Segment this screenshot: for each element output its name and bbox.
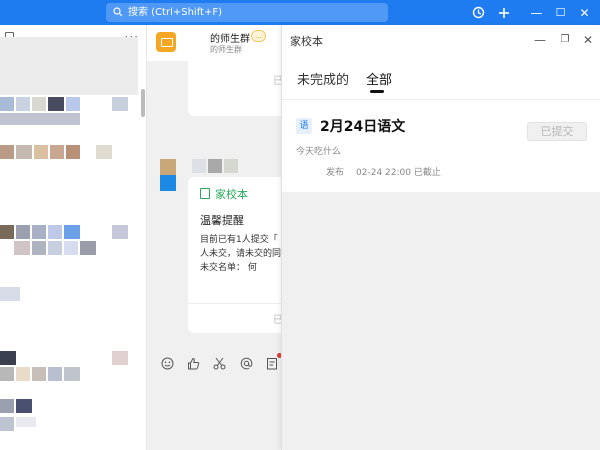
card-line: 目前已有1人提交「 [200, 235, 278, 245]
homework-card[interactable]: 家校本 温馨提醒 目前已有1人提交「 人未交，请未交的同 未交名单： 何 已 [188, 177, 281, 333]
minimize-icon[interactable]: — [533, 33, 547, 47]
tab-all[interactable]: 全部 [366, 69, 392, 88]
homework-description: 今天吃什么 [296, 147, 342, 157]
active-tab-indicator [370, 90, 384, 93]
thumbs-up-icon[interactable] [186, 357, 200, 371]
title-bar: 搜索 (Ctrl+Shift+F) — ☐ ✕ [0, 0, 600, 25]
conversation-list: ··· [0, 25, 147, 450]
maximize-button[interactable]: ☐ [552, 4, 569, 21]
search-icon [113, 7, 123, 17]
submitted-label: 已 [273, 315, 281, 326]
card-line: 未交名单： 何 [200, 263, 257, 273]
list-item-selected[interactable] [0, 37, 138, 95]
tab-incomplete[interactable]: 未完成的 [297, 69, 349, 88]
submitted-button: 已提交 [527, 122, 587, 141]
homework-item[interactable]: 语 2月24日语文 今天吃什么 发布 02-24 22:00 已截止 已提交 [282, 99, 600, 192]
history-icon[interactable] [470, 4, 487, 21]
homework-panel: 家校本 — ❐ ✕ 未完成的 全部 语 2月24日语文 今天吃什么 发布 02-2… [281, 25, 600, 450]
message-bubble[interactable]: 已 [188, 61, 281, 116]
list-item[interactable] [0, 145, 145, 161]
chat-area: 的师生群 … 的师生群 已 家校本 温馨提醒 目前已有1人提交「 人未交，请未交… [147, 25, 281, 450]
close-icon[interactable]: ✕ [581, 33, 595, 47]
search-input[interactable]: 搜索 (Ctrl+Shift+F) [106, 3, 388, 22]
plus-icon[interactable] [495, 4, 512, 21]
homework-icon[interactable] [265, 357, 279, 371]
publish-label: 发布 [326, 168, 345, 178]
emoji-icon[interactable] [160, 357, 174, 371]
group-name: 的师生群 [210, 34, 250, 45]
search-placeholder: 搜索 (Ctrl+Shift+F) [128, 7, 223, 18]
minimize-button[interactable]: — [528, 4, 545, 21]
homework-title: 2月24日语文 [320, 119, 406, 135]
list-item[interactable] [0, 287, 20, 301]
close-button[interactable]: ✕ [576, 4, 593, 21]
panel-header: 家校本 — ❐ ✕ 未完成的 全部 [282, 25, 600, 99]
list-item[interactable] [0, 351, 145, 381]
list-item[interactable] [0, 399, 145, 433]
at-icon[interactable] [239, 357, 253, 371]
subject-badge: 语 [296, 118, 312, 134]
group-badge: … [251, 30, 266, 42]
group-subtitle: 的师生群 [210, 45, 242, 54]
submitted-label: 已 [273, 76, 281, 87]
deadline-text: 02-24 22:00 已截止 [356, 168, 441, 178]
card-line: 人未交，请未交的同 [200, 249, 281, 259]
chat-header: 的师生群 … 的师生群 [147, 25, 281, 61]
group-avatar[interactable] [156, 32, 176, 52]
scissors-icon[interactable] [212, 357, 226, 371]
card-title: 温馨提醒 [200, 214, 244, 227]
list-item[interactable] [0, 97, 145, 127]
homework-meta: 发布 02-24 22:00 已截止 [326, 165, 453, 178]
restore-icon[interactable]: ❐ [558, 33, 572, 47]
list-item[interactable] [0, 225, 145, 255]
card-app-name: 家校本 [200, 186, 248, 202]
card-divider [188, 303, 281, 304]
notebook-icon [200, 188, 210, 199]
panel-title: 家校本 [290, 35, 323, 48]
